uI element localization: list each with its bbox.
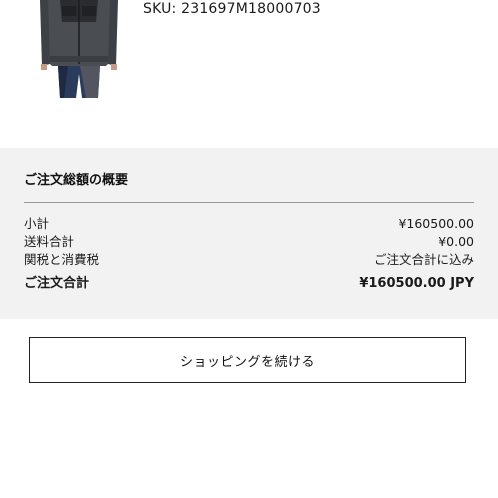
continue-shopping-button[interactable]: ショッピングを続ける — [29, 337, 466, 383]
tax-value: ご注文合計に込み — [373, 252, 474, 267]
summary-title: ご注文総額の概要 — [24, 173, 129, 188]
order-total-value: ¥160500.00 JPY — [359, 276, 474, 291]
tax-label: 関税と消費税 — [24, 252, 100, 267]
subtotal-value: ¥160500.00 — [398, 216, 474, 231]
shipping-label: 送料合計 — [24, 234, 75, 249]
order-summary-panel: ご注文総額の概要 小計 ¥160500.00 送料合計 ¥0.00 関税と消費税… — [0, 148, 498, 319]
shipping-row: 送料合計 ¥0.00 — [24, 233, 474, 251]
subtotal-label: 小計 — [24, 216, 50, 231]
shipping-value: ¥0.00 — [438, 234, 474, 249]
tax-row: 関税と消費税 ご注文合計に込み — [24, 251, 474, 269]
subtotal-row: 小計 ¥160500.00 — [24, 215, 474, 233]
summary-divider — [24, 202, 474, 203]
order-total-row: ご注文合計 ¥160500.00 JPY — [24, 275, 474, 293]
order-total-label: ご注文合計 — [24, 276, 90, 291]
jacket-model-photo — [40, 0, 118, 98]
product-line-item: SKU: 231697M18000703 — [0, 0, 498, 100]
order-summary-page: SKU: 231697M18000703 ご注文総額の概要 小計 ¥160500… — [0, 0, 498, 498]
product-image[interactable] — [40, 0, 118, 98]
product-sku: SKU: 231697M18000703 — [143, 1, 321, 17]
